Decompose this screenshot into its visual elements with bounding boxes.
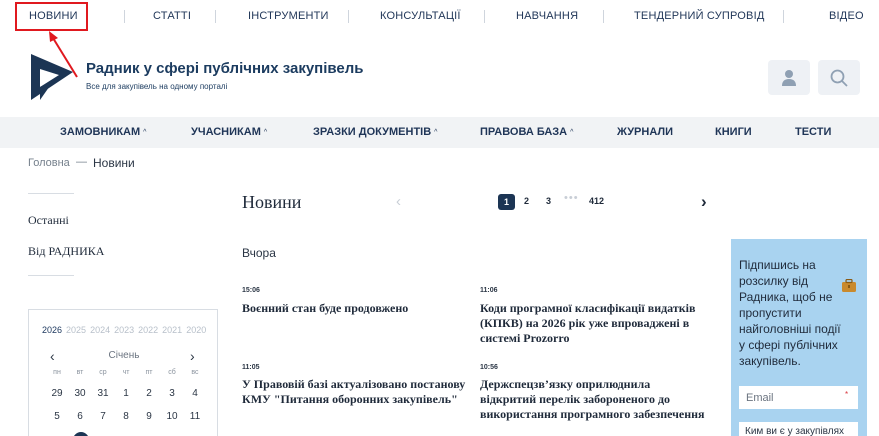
account-button[interactable] — [768, 60, 810, 95]
site-title[interactable]: Радник у сфері публічних закупівель — [86, 60, 364, 77]
breadcrumb-home[interactable]: Головна — [28, 157, 70, 169]
site-subtitle: Все для закупівель на одному порталі — [86, 82, 228, 91]
news-time: 11:05 — [242, 364, 260, 371]
pagination-page[interactable]: 2 — [524, 196, 529, 206]
calendar-next-icon[interactable]: › — [190, 348, 195, 364]
topnav-articles[interactable]: СТАТТІ — [153, 10, 191, 22]
calendar-day[interactable]: 10 — [162, 411, 182, 422]
calendar-day[interactable]: 3 — [162, 388, 182, 399]
weekday: вс — [191, 369, 199, 376]
search-icon — [830, 69, 848, 87]
required-mark: * — [845, 390, 849, 399]
role-select[interactable]: Ким ви є у закупівлях — [739, 422, 858, 436]
mainnav-journals[interactable]: ЖУРНАЛИ — [617, 126, 673, 138]
calendar-day[interactable]: 7 — [93, 411, 113, 422]
divider — [124, 10, 125, 23]
weekday: вт — [76, 369, 84, 376]
top-navigation: НОВИНИ СТАТТІ ІНСТРУМЕНТИ КОНСУЛЬТАЦІЇ Н… — [0, 0, 879, 34]
calendar-day[interactable]: 2 — [139, 388, 159, 399]
sidebar-link-from-radnyk[interactable]: Від РАДНИКА — [28, 244, 104, 259]
news-time: 15:06 — [242, 287, 260, 294]
year-2026[interactable]: 2026 — [42, 325, 62, 335]
year-2020[interactable]: 2020 — [186, 325, 206, 335]
caret-up-icon: ^ — [143, 129, 147, 136]
mainnav-document-templates[interactable]: ЗРАЗКИ ДОКУМЕНТІВ ^ — [313, 126, 437, 138]
topnav-consultations[interactable]: КОНСУЛЬТАЦІЇ — [380, 10, 461, 22]
calendar-day[interactable]: 8 — [116, 411, 136, 422]
newsletter-subscribe: Підпишись на розсилку від Радника, щоб н… — [731, 239, 867, 436]
pagination-page-active[interactable]: 1 — [498, 194, 515, 210]
search-button[interactable] — [818, 60, 860, 95]
divider — [783, 10, 784, 23]
caret-up-icon: ^ — [570, 129, 574, 136]
highlight-box — [15, 2, 88, 31]
divider — [484, 10, 485, 23]
user-icon — [782, 69, 796, 86]
mainnav-legal-base[interactable]: ПРАВОВА БАЗА ^ — [480, 126, 573, 138]
divider — [348, 10, 349, 23]
page-title: Новини — [242, 192, 302, 212]
pagination-page-last[interactable]: 412 — [589, 196, 604, 206]
mainnav-books[interactable]: КНИГИ — [715, 126, 752, 138]
caret-up-icon: ^ — [263, 129, 268, 136]
mainnav-customers[interactable]: ЗАМОВНИКАМ ^ — [60, 126, 146, 138]
divider — [28, 275, 74, 276]
pagination-next-icon[interactable]: › — [701, 192, 707, 212]
divider — [603, 10, 604, 23]
mainnav-participants[interactable]: УЧАСНИКАМ ^ — [191, 126, 267, 138]
year-2024[interactable]: 2024 — [90, 325, 110, 335]
calendar-day[interactable]: 30 — [70, 388, 90, 399]
news-time: 10:56 — [480, 364, 498, 371]
breadcrumb-current: Новини — [93, 156, 135, 170]
breadcrumb-separator: — — [76, 156, 87, 168]
weekday: сб — [168, 369, 176, 376]
calendar-day[interactable]: 11 — [185, 411, 205, 422]
pagination-prev-icon[interactable]: ‹ — [396, 193, 401, 210]
weekday: ср — [99, 369, 107, 376]
topnav-video[interactable]: ВІДЕО — [829, 10, 864, 22]
calendar-day[interactable]: 5 — [47, 411, 67, 422]
calendar-day[interactable]: 31 — [93, 388, 113, 399]
calendar-today-marker[interactable] — [73, 432, 89, 436]
calendar-day[interactable]: 29 — [47, 388, 67, 399]
news-headline[interactable]: У Правовій базі актуалізовано постанову … — [242, 377, 472, 407]
news-time: 11:06 — [480, 287, 498, 294]
logo-icon[interactable] — [28, 52, 78, 102]
divider — [28, 193, 74, 194]
news-headline[interactable]: Коди програмної класифікації видатків (К… — [480, 301, 712, 346]
year-2025[interactable]: 2025 — [66, 325, 86, 335]
calendar-day[interactable]: 4 — [185, 388, 205, 399]
subscribe-text: Підпишись на розсилку від Радника, щоб н… — [739, 258, 841, 368]
caret-up-icon: ^ — [434, 129, 438, 136]
email-field[interactable] — [739, 386, 858, 409]
date-group-label: Вчора — [242, 246, 276, 260]
pagination-page[interactable]: 3 — [546, 196, 551, 206]
topnav-tools[interactable]: ІНСТРУМЕНТИ — [248, 10, 329, 22]
year-2021[interactable]: 2021 — [162, 325, 182, 335]
pagination-ellipsis: ••• — [564, 192, 579, 204]
calendar-day[interactable]: 9 — [139, 411, 159, 422]
weekday: чт — [122, 369, 130, 376]
mainnav-tests[interactable]: ТЕСТИ — [795, 126, 831, 138]
calendar: 2026 2025 2024 2023 2022 2021 2020 ‹ Січень › … — [28, 309, 218, 436]
sidebar-link-latest[interactable]: Останні — [28, 213, 69, 228]
topnav-tender-support[interactable]: ТЕНДЕРНИЙ СУПРОВІД — [634, 10, 765, 22]
divider — [215, 10, 216, 23]
calendar-day[interactable]: 1 — [116, 388, 136, 399]
news-headline[interactable]: Воєнний стан буде продовжено — [242, 301, 467, 316]
weekday: пн — [53, 369, 61, 376]
year-2022[interactable]: 2022 — [138, 325, 158, 335]
news-headline[interactable]: Держспецзв’язку оприлюднила відкритий пе… — [480, 377, 705, 422]
year-2023[interactable]: 2023 — [114, 325, 134, 335]
calendar-years: 2026 2025 2024 2023 2022 2021 2020 — [42, 325, 210, 335]
topnav-education[interactable]: НАВЧАННЯ — [516, 10, 578, 22]
main-navigation: ЗАМОВНИКАМ ^ УЧАСНИКАМ ^ ЗРАЗКИ ДОКУМЕНТІВ… — [0, 117, 879, 148]
weekday: пт — [145, 369, 153, 376]
calendar-day[interactable]: 6 — [70, 411, 90, 422]
